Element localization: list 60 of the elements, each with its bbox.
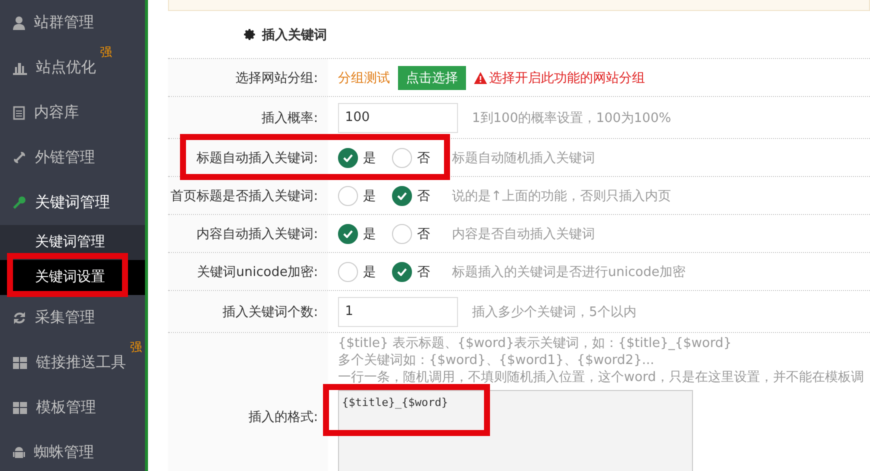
- radio-label: 是: [363, 188, 376, 204]
- submenu-item[interactable]: 关键词管理: [0, 225, 145, 260]
- tiles-icon: [13, 402, 27, 414]
- group-name: 分组测试: [338, 70, 390, 86]
- field-label: 插入的格式:: [168, 333, 328, 471]
- key-icon: [13, 196, 26, 209]
- person-icon: [13, 16, 25, 30]
- help-text: 说的是↑上面的功能，否则只插入内页: [452, 188, 671, 204]
- select-button[interactable]: 点击选择: [398, 66, 466, 90]
- sidebar-item[interactable]: 站群管理: [34, 13, 94, 32]
- field-label: 插入概率:: [168, 97, 328, 138]
- tiles-icon: [13, 356, 27, 368]
- badge-label: 强: [130, 339, 142, 356]
- radio-label: 是: [363, 264, 376, 280]
- help-text: 标题自动随机插入关键词: [452, 150, 595, 166]
- check-icon: [343, 154, 353, 162]
- field-label: 选择网站分组:: [168, 59, 328, 96]
- help-text: {$title} 表示标题、{$word}表示关键词，如：{$title}_{$word}: [338, 335, 733, 352]
- sidebar-item[interactable]: 内容库: [34, 103, 79, 122]
- field-label: 关键词unicode加密:: [168, 253, 328, 290]
- warning-icon: [474, 72, 487, 84]
- radio-button[interactable]: [338, 148, 358, 168]
- help-text: 内容是否自动插入关键词: [452, 226, 595, 242]
- radio-label: 否: [417, 188, 430, 204]
- help-text: 标题插入的关键词是否进行unicode加密: [452, 264, 686, 280]
- check-icon: [397, 192, 407, 200]
- radio-button[interactable]: [338, 224, 358, 244]
- warning-text: 选择开启此功能的网站分组: [489, 70, 645, 86]
- help-text: 插入多少个关键词，5个以内: [472, 304, 636, 320]
- section-title: 插入关键词: [262, 26, 327, 44]
- sidebar-item[interactable]: 采集管理: [35, 308, 95, 327]
- robot-icon: [13, 446, 25, 460]
- sidebar-item[interactable]: 模板管理: [36, 398, 96, 417]
- input-field[interactable]: 1: [338, 296, 458, 326]
- field-label: 插入关键词个数:: [168, 291, 328, 332]
- radio-label: 是: [363, 150, 376, 166]
- format-textarea[interactable]: {$title}_{$word}: [338, 390, 693, 471]
- refresh-icon: [13, 310, 26, 324]
- bar-chart-icon: [13, 60, 27, 74]
- document-icon: [13, 106, 25, 120]
- help-text: 多个关键词如：{$word}、{$word1}、{$word2}...: [338, 352, 656, 369]
- badge-label: 强: [100, 44, 112, 61]
- radio-label: 否: [417, 226, 430, 242]
- help-text: 一行一条，随机调用，不填则随机插入位置，这个word，只是在这里设置，并不能在模板调: [338, 369, 864, 386]
- gear-icon: [244, 29, 255, 40]
- sidebar-item[interactable]: 关键词管理: [35, 193, 110, 212]
- input-field[interactable]: 100: [338, 102, 458, 132]
- sidebar-item[interactable]: 外链管理: [35, 148, 95, 167]
- radio-label: 是: [363, 226, 376, 242]
- radio-label: 否: [417, 264, 430, 280]
- help-text: 1到100的概率设置，100为100%: [472, 110, 672, 126]
- radio-label: 否: [417, 150, 430, 166]
- check-icon: [343, 230, 353, 238]
- field-label: 首页标题是否插入关键词:: [168, 177, 328, 214]
- sidebar-item[interactable]: 蜘蛛管理: [34, 443, 94, 462]
- radio-button[interactable]: [392, 262, 412, 282]
- field-label: 内容自动插入关键词:: [168, 215, 328, 252]
- radio-button[interactable]: [392, 186, 412, 206]
- check-icon: [397, 268, 407, 276]
- link-icon: [13, 151, 26, 164]
